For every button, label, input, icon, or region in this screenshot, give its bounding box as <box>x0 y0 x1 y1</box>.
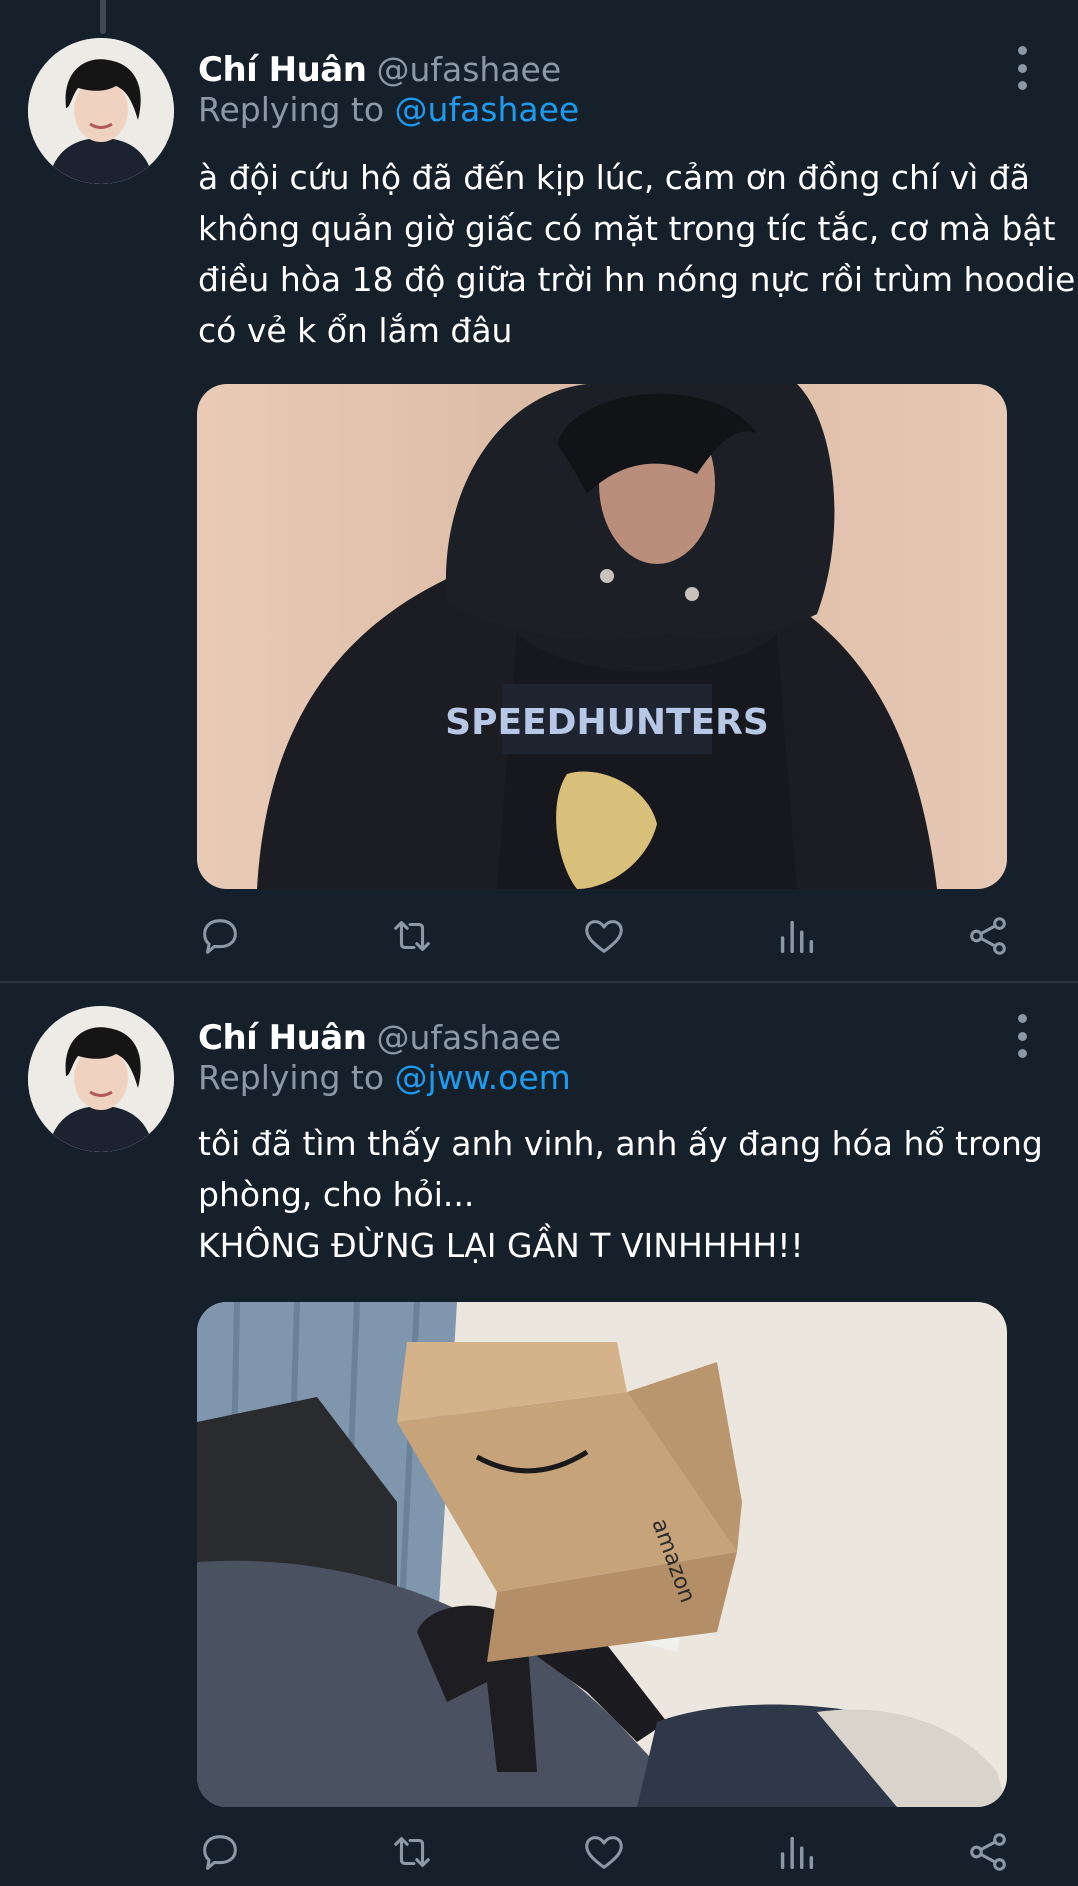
tweet-header: Chí Huân @ufashaee <box>198 50 561 94</box>
replying-to-mention[interactable]: @jww.oem <box>395 1058 571 1097</box>
like-icon[interactable] <box>574 906 634 966</box>
author-name[interactable]: Chí Huân <box>198 1018 367 1058</box>
retweet-icon[interactable] <box>382 906 442 966</box>
like-icon[interactable] <box>574 1822 634 1882</box>
tweet-photo[interactable]: amazon <box>197 1302 1007 1807</box>
tweet-text: à đội cứu hộ đã đến kịp lúc, cảm ơn đồng… <box>198 152 1076 356</box>
tweet-text-line: điều hòa 18 độ giữa trời hn nóng nực rồi… <box>198 260 1076 299</box>
share-icon[interactable] <box>958 906 1018 966</box>
replying-to-line: Replying to @jww.oem <box>198 1058 571 1097</box>
replying-to-line: Replying to @ufashaee <box>198 90 579 129</box>
reply-icon[interactable] <box>190 906 250 966</box>
tweet-text-line: có vẻ k ổn lắm đâu <box>198 311 513 350</box>
tweet-text-line: à đội cứu hộ đã đến kịp lúc, cảm ơn đồng… <box>198 158 1030 197</box>
avatar[interactable] <box>28 38 174 184</box>
tweet-text-line: KHÔNG ĐỪNG LẠI GẦN T VINHHHH!! <box>198 1226 804 1265</box>
tweet-text-line: tôi đã tìm thấy anh vinh, anh ấy đang hó… <box>198 1124 1043 1163</box>
tweet[interactable]: Chí Huân @ufashaee Replying to @ufashaee… <box>0 0 1078 982</box>
replying-to-mention[interactable]: @ufashaee <box>395 90 580 129</box>
hoodie-print-text: SPEEDHUNTERS <box>445 702 769 743</box>
tweet-text-line: không quản giờ giấc có mặt trong tíc tắc… <box>198 209 1056 248</box>
tweet-photo[interactable]: SPEEDHUNTERS <box>197 384 1007 889</box>
retweet-icon[interactable] <box>382 1822 442 1882</box>
analytics-icon[interactable] <box>766 906 826 966</box>
avatar[interactable] <box>28 1006 174 1152</box>
author-handle[interactable]: @ufashaee <box>376 1018 561 1057</box>
author-handle[interactable]: @ufashaee <box>376 50 561 89</box>
more-options-icon[interactable] <box>1010 46 1034 90</box>
tweet-header: Chí Huân @ufashaee <box>198 1018 561 1062</box>
more-options-icon[interactable] <box>1010 1014 1034 1058</box>
replying-to-label: Replying to <box>198 90 385 129</box>
tweet-action-bar <box>0 1822 1078 1882</box>
analytics-icon[interactable] <box>766 1822 826 1882</box>
share-icon[interactable] <box>958 1822 1018 1882</box>
author-name[interactable]: Chí Huân <box>198 50 367 90</box>
replying-to-label: Replying to <box>198 1058 385 1097</box>
tweet-action-bar <box>0 906 1078 966</box>
reply-icon[interactable] <box>190 1822 250 1882</box>
tweet-text: tôi đã tìm thấy anh vinh, anh ấy đang hó… <box>198 1118 1043 1271</box>
tweet-text-line: phòng, cho hỏi... <box>198 1175 475 1214</box>
tweet[interactable]: Chí Huân @ufashaee Replying to @jww.oem … <box>0 982 1078 1886</box>
